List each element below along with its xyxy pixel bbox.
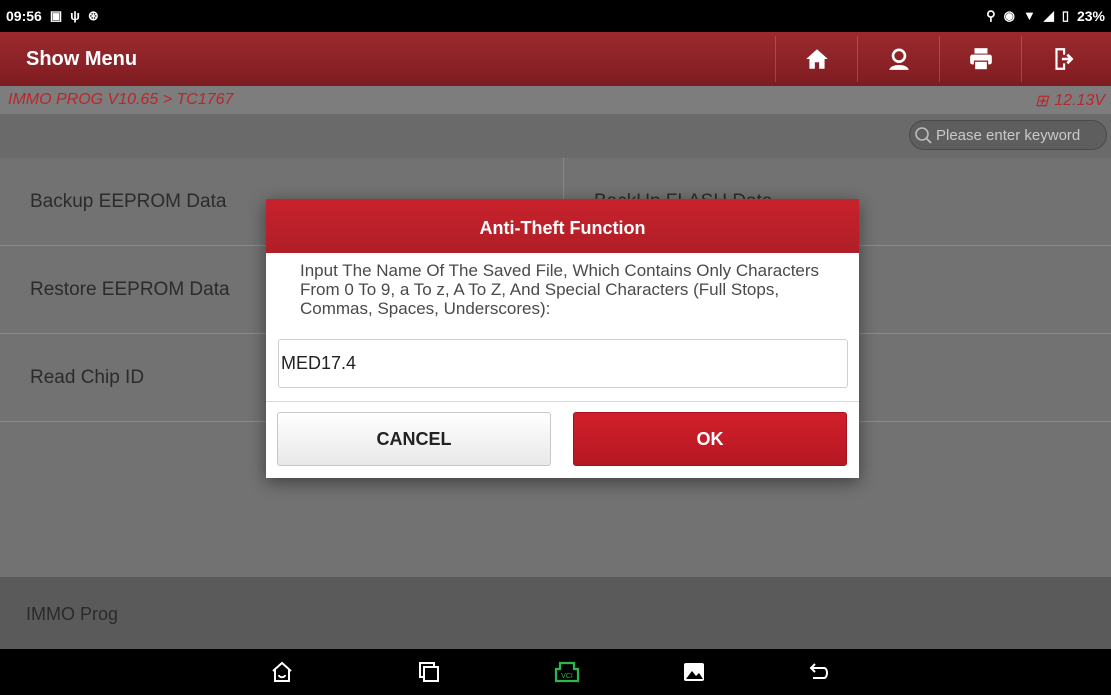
breadcrumb-path: IMMO PROG V10.65 > TC1767 [8, 91, 234, 108]
vci-icon: VCI [554, 661, 580, 683]
anti-theft-dialog: Anti-Theft Function Input The Name Of Th… [266, 199, 859, 478]
dialog-message: Input The Name Of The Saved File, Which … [300, 261, 820, 318]
usb-icon: ψ [70, 8, 80, 23]
vci-button[interactable]: VCI [553, 658, 581, 686]
home-nav-icon [272, 661, 292, 682]
vibrate-icon: ◉ [1003, 8, 1015, 23]
wifi-icon: ▼ [1022, 8, 1036, 23]
cancel-button[interactable]: CANCEL [277, 412, 551, 466]
battery-voltage-icon: ⊞ [1034, 93, 1049, 110]
exit-button[interactable] [1021, 36, 1104, 82]
ok-button[interactable]: OK [573, 412, 847, 466]
file-name-input[interactable]: MED17.4 [278, 339, 848, 388]
footer-label: IMMO Prog [26, 604, 119, 624]
gallery-icon [684, 663, 704, 681]
menu-item-label: Backup EEPROM Data [30, 190, 227, 212]
search-row: Please enter keyword [0, 114, 1111, 158]
status-time: 09:56 [6, 8, 42, 24]
dialog-divider [266, 401, 859, 402]
page-title: Show Menu [26, 48, 138, 70]
app-toolbar: Show Menu [0, 32, 1111, 86]
status-bar: 09:56 ▣ ψ ⊛ ⚲ ◉ ▼ ◢ ▯ 23% [0, 0, 1111, 32]
footer-bar: IMMO Prog [0, 577, 1111, 649]
menu-item-label: Read Chip ID [30, 366, 145, 388]
home-button[interactable] [775, 36, 858, 82]
search-input[interactable]: Please enter keyword [909, 120, 1107, 150]
user-icon [889, 48, 909, 70]
voltage-readout: 12.13V [1054, 92, 1105, 109]
battery-percentage: 23% [1076, 8, 1105, 24]
system-nav-bar: VCI [0, 649, 1111, 695]
gallery-button[interactable] [680, 658, 708, 686]
signal-icon: ◢ [1043, 8, 1054, 23]
svg-text:VCI: VCI [561, 673, 573, 680]
user-button[interactable] [857, 36, 940, 82]
search-icon [915, 127, 932, 144]
file-name-value: MED17.4 [281, 353, 357, 373]
breadcrumb: IMMO PROG V10.65 > TC1767 ⊞ 12.13V [0, 86, 1111, 114]
menu-item-label: Restore EEPROM Data [30, 278, 230, 300]
accessibility-icon: ⊛ [87, 8, 99, 23]
image-notification-icon: ▣ [49, 8, 63, 23]
recents-button[interactable] [415, 658, 443, 686]
exit-icon [1055, 48, 1074, 70]
home-nav-button[interactable] [268, 658, 296, 686]
search-placeholder: Please enter keyword [936, 126, 1081, 144]
home-icon [806, 49, 828, 69]
print-button[interactable] [939, 36, 1022, 82]
battery-icon: ▯ [1061, 8, 1069, 23]
back-button[interactable] [805, 658, 833, 686]
back-icon [809, 663, 828, 679]
dialog-title: Anti-Theft Function [266, 199, 859, 253]
print-icon [970, 48, 992, 71]
location-icon: ⚲ [986, 8, 996, 23]
recents-icon [419, 662, 439, 682]
